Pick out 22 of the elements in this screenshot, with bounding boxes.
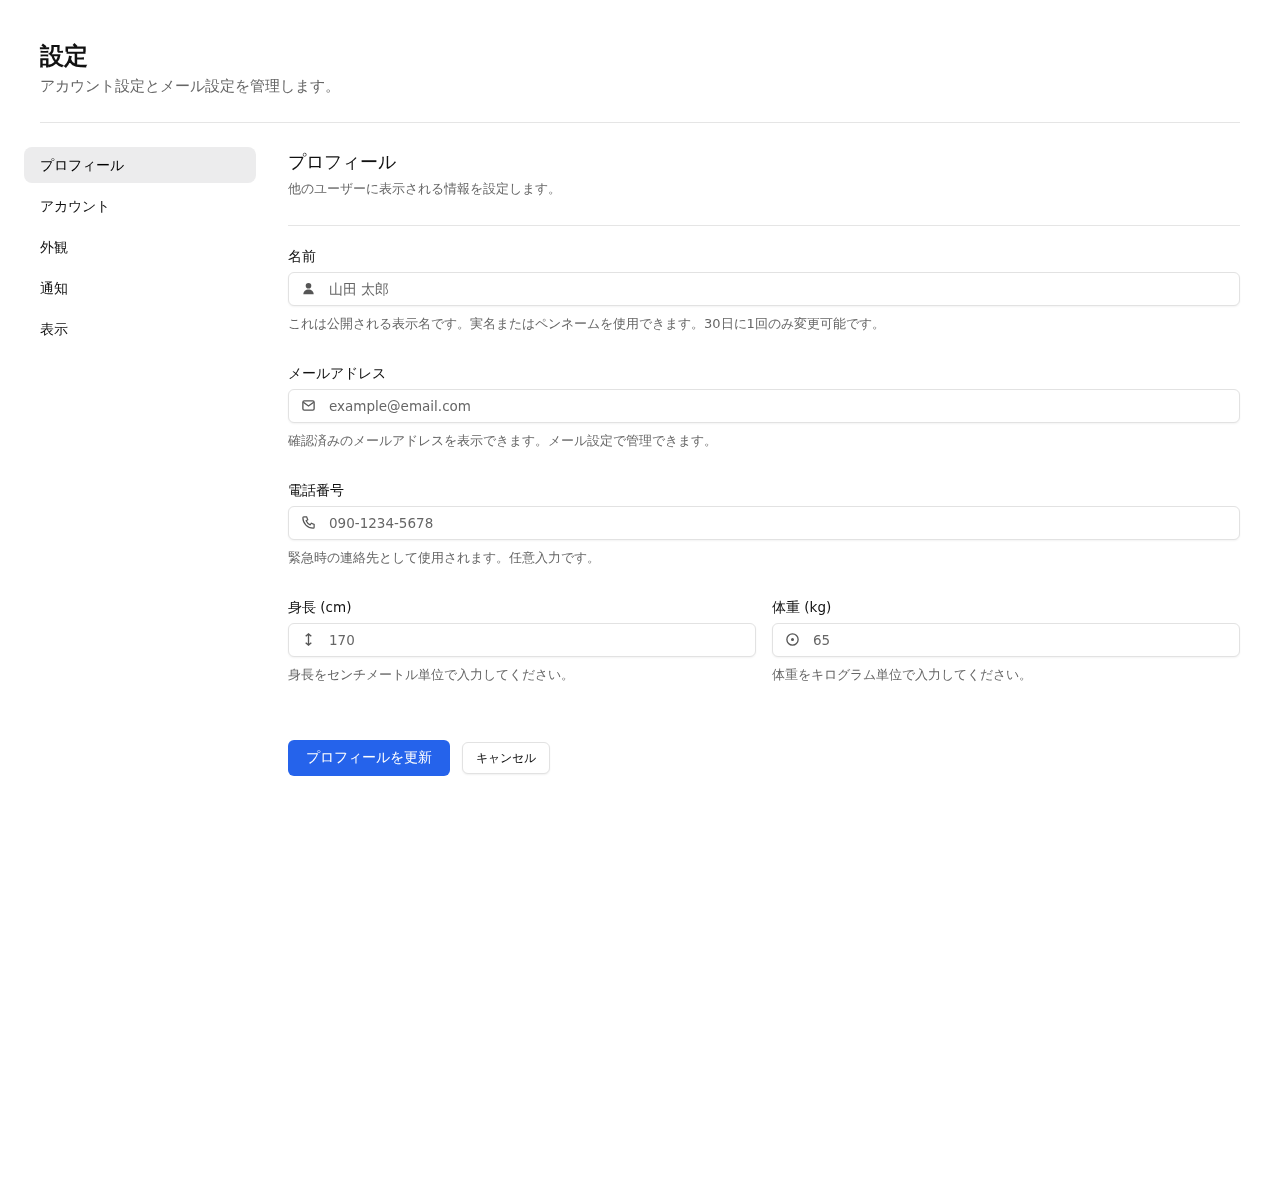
field-label: 電話番号: [288, 481, 345, 500]
input-field[interactable]: example@email.com: [288, 389, 1240, 423]
update-button[interactable]: プロフィールを更新: [288, 740, 450, 776]
cancel-button[interactable]: キャンセル: [462, 742, 550, 774]
field-label: メールアドレス: [288, 364, 387, 383]
field-label: 体重 (kg): [772, 598, 833, 617]
input-field[interactable]: 090-1234-5678: [288, 506, 1240, 540]
input-field[interactable]: 65: [772, 623, 1240, 657]
page-title: 設定: [40, 41, 89, 72]
help-text: これは公開される表示名です。実名またはペンネームを使用できます。30日に1回のみ変更可能です。: [288, 315, 886, 333]
section-description: 他のユーザーに表示される情報を設定します。: [288, 180, 562, 198]
help-text: 身長をセンチメートル単位で入力してください。: [288, 666, 575, 684]
input-field[interactable]: 170: [288, 623, 756, 657]
field-label: 名前: [288, 247, 317, 266]
input-field[interactable]: 山田 太郎: [288, 272, 1240, 306]
field-label: 身長 (cm): [288, 598, 353, 617]
sidebar-item[interactable]: プロフィール: [24, 147, 256, 183]
help-text: 緊急時の連絡先として使用されます。任意入力です。: [288, 549, 601, 567]
page-subtitle: アカウント設定とメール設定を管理します。: [40, 76, 341, 97]
help-text: 体重をキログラム単位で入力してください。: [772, 666, 1033, 684]
section-title: プロフィール: [288, 150, 397, 174]
help-text: 確認済みのメールアドレスを表示できます。メール設定で管理できます。: [288, 432, 718, 450]
